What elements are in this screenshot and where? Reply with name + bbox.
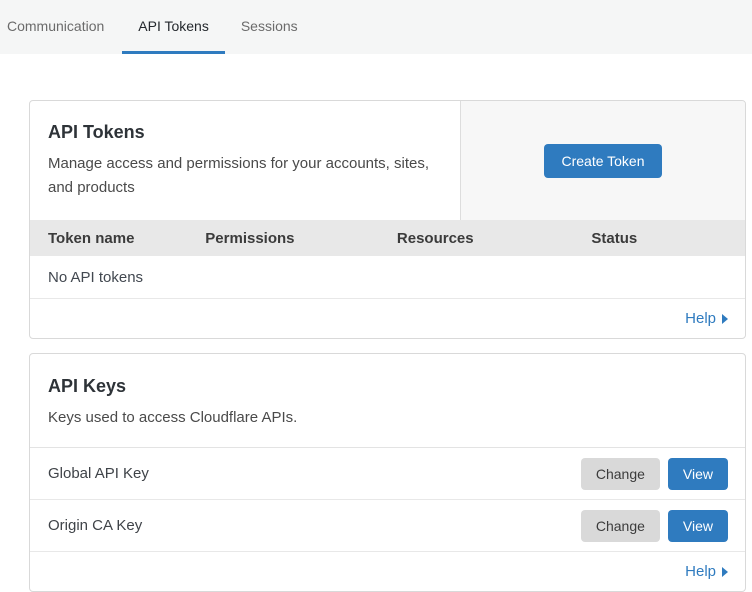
- api-tokens-card-header: API Tokens Manage access and permissions…: [30, 101, 745, 220]
- column-header-resources: Resources: [379, 230, 573, 247]
- column-header-status: Status: [573, 230, 745, 247]
- api-tokens-help-link[interactable]: Help: [685, 310, 728, 327]
- api-keys-card-footer: Help: [30, 552, 745, 591]
- api-tokens-card-footer: Help: [30, 299, 745, 338]
- key-row-origin-ca-key: Origin CA Key Change View: [30, 500, 745, 552]
- api-keys-help-link[interactable]: Help: [685, 563, 728, 580]
- api-tokens-title: API Tokens: [48, 122, 442, 143]
- view-origin-ca-key-button[interactable]: View: [668, 510, 728, 542]
- tab-api-tokens[interactable]: API Tokens: [122, 0, 225, 54]
- help-arrow-icon: [722, 314, 728, 324]
- settings-tabbar: Communication API Tokens Sessions: [0, 0, 752, 54]
- column-header-token-name: Token name: [30, 230, 187, 247]
- api-keys-title: API Keys: [48, 376, 727, 397]
- key-row-global-api-key: Global API Key Change View: [30, 448, 745, 500]
- key-name-label: Global API Key: [48, 465, 581, 482]
- view-global-api-key-button[interactable]: View: [668, 458, 728, 490]
- key-name-label: Origin CA Key: [48, 517, 581, 534]
- tab-sessions[interactable]: Sessions: [225, 0, 314, 54]
- api-tokens-page: API Tokens Manage access and permissions…: [29, 100, 746, 592]
- help-arrow-icon: [722, 567, 728, 577]
- api-tokens-card: API Tokens Manage access and permissions…: [29, 100, 746, 339]
- create-token-button[interactable]: Create Token: [544, 144, 661, 178]
- change-origin-ca-key-button[interactable]: Change: [581, 510, 660, 542]
- api-tokens-description: Manage access and permissions for your a…: [48, 152, 442, 200]
- help-label: Help: [685, 310, 716, 327]
- tokens-empty-message: No API tokens: [48, 269, 143, 286]
- tab-communication[interactable]: Communication: [7, 0, 120, 54]
- column-header-permissions: Permissions: [187, 230, 379, 247]
- change-global-api-key-button[interactable]: Change: [581, 458, 660, 490]
- api-tokens-card-header-action: Create Token: [461, 101, 745, 220]
- api-keys-card-header: API Keys Keys used to access Cloudflare …: [30, 354, 745, 448]
- tokens-empty-row: No API tokens: [30, 256, 745, 299]
- api-tokens-card-header-text: API Tokens Manage access and permissions…: [30, 101, 461, 220]
- api-keys-card: API Keys Keys used to access Cloudflare …: [29, 353, 746, 592]
- tokens-table-header: Token name Permissions Resources Status: [30, 220, 745, 256]
- help-label: Help: [685, 563, 716, 580]
- api-keys-description: Keys used to access Cloudflare APIs.: [48, 406, 727, 430]
